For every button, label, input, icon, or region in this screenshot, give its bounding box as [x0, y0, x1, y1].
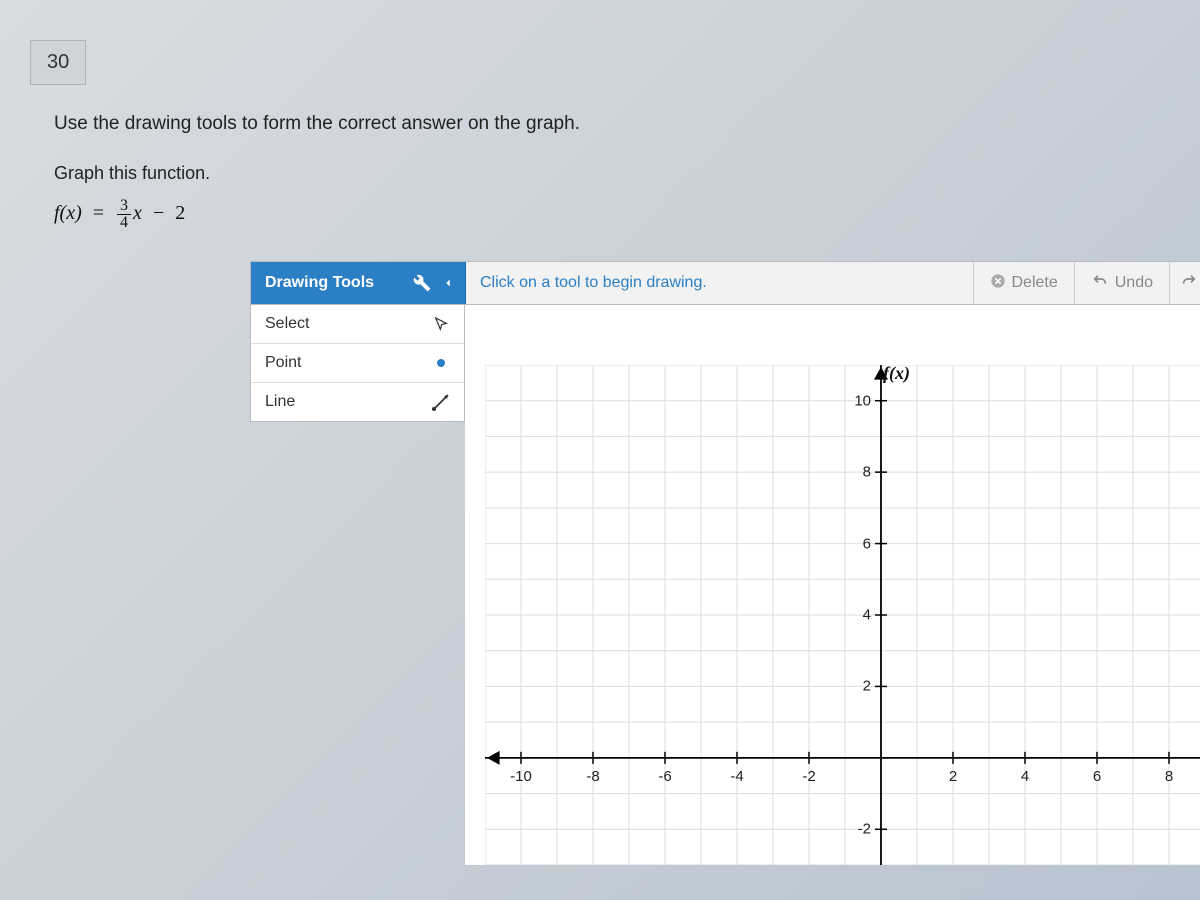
equation-lhs: f(x) [54, 202, 82, 224]
equation-minus: − [153, 202, 164, 224]
redo-icon [1180, 273, 1198, 294]
coordinate-grid [485, 365, 1200, 865]
toolbar: Drawing Tools Click on a tool to begin d… [250, 261, 1200, 305]
fraction-denominator: 4 [117, 215, 131, 231]
chevron-left-icon [441, 275, 455, 296]
redo-button[interactable] [1170, 262, 1200, 304]
undo-icon [1091, 273, 1109, 294]
line-icon [432, 393, 450, 411]
undo-label: Undo [1115, 274, 1153, 292]
x-tick-label: 8 [1165, 768, 1173, 785]
drawing-tools-header[interactable]: Drawing Tools [251, 262, 466, 304]
x-tick-label: -4 [730, 768, 743, 785]
tool-line-label: Line [265, 393, 295, 411]
question-number-badge: 30 [30, 40, 86, 85]
main-instruction: Use the drawing tools to form the correc… [54, 113, 1200, 135]
point-icon [432, 354, 450, 372]
function-equation: f(x) = 3 4 x − 2 [54, 198, 1200, 231]
x-tick-label: -8 [586, 768, 599, 785]
x-tick-label: 2 [949, 768, 957, 785]
sub-instruction: Graph this function. [54, 163, 1200, 184]
y-tick-label: 2 [863, 678, 871, 695]
equation-fraction: 3 4 [117, 198, 131, 231]
tool-select[interactable]: Select [251, 305, 464, 344]
x-tick-label: 4 [1021, 768, 1029, 785]
graph-canvas[interactable]: f(x) -10 -8 -6 -4 -2 2 4 6 8 10 8 6 4 2 -2 [465, 305, 1200, 865]
x-tick-label: 6 [1093, 768, 1101, 785]
drawing-tools-label: Drawing Tools [265, 274, 374, 292]
equation-variable: x [133, 202, 142, 224]
y-tick-label: 10 [854, 392, 871, 409]
x-tick-label: -6 [658, 768, 671, 785]
y-tick-label: -2 [858, 821, 871, 838]
tool-point-label: Point [265, 354, 301, 372]
cursor-icon [432, 315, 450, 333]
undo-button[interactable]: Undo [1075, 262, 1170, 304]
equation-equals: = [93, 202, 104, 224]
wrench-icon [413, 274, 431, 297]
tool-select-label: Select [265, 315, 309, 333]
y-tick-label: 6 [863, 535, 871, 552]
delete-icon [990, 273, 1006, 294]
y-tick-label: 8 [863, 464, 871, 481]
tool-point[interactable]: Point [251, 344, 464, 383]
y-tick-label: 4 [863, 607, 871, 624]
fraction-numerator: 3 [117, 198, 131, 215]
equation-constant: 2 [175, 202, 185, 224]
tools-panel: Select Point Line [250, 305, 465, 422]
delete-button[interactable]: Delete [974, 262, 1075, 304]
y-axis-label: f(x) [883, 363, 910, 384]
delete-label: Delete [1012, 274, 1058, 292]
x-tick-label: -10 [510, 768, 532, 785]
tool-line[interactable]: Line [251, 383, 464, 421]
workspace: Drawing Tools Click on a tool to begin d… [250, 261, 1200, 865]
toolbar-hint: Click on a tool to begin drawing. [466, 262, 974, 304]
x-tick-label: -2 [802, 768, 815, 785]
